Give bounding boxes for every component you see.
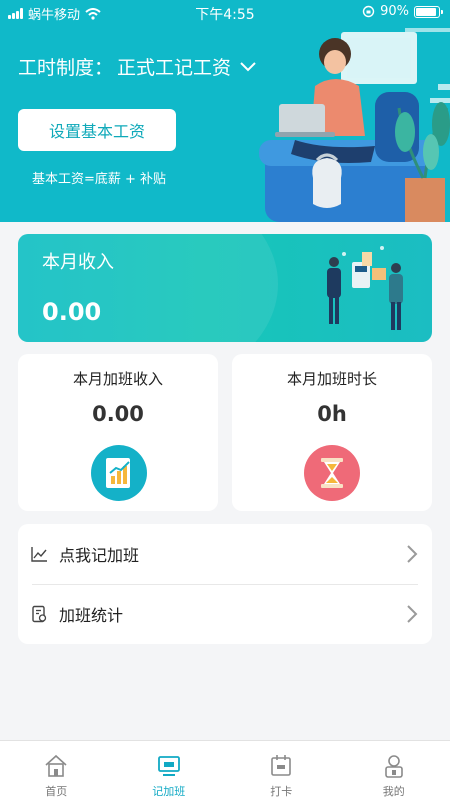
overtime-menu: 点我记加班 加班统计: [18, 524, 432, 644]
set-base-salary-button[interactable]: 设置基本工资: [18, 109, 176, 151]
tab-clock-in-label: 打卡: [270, 785, 293, 798]
hourglass-icon: [304, 445, 360, 501]
header-banner: 工时制度： 正式工记工资 设置基本工资 基本工资=底薪 + 补贴: [0, 0, 450, 222]
monthly-income-card[interactable]: 本月收入 0.00: [18, 234, 432, 342]
monthly-income-value: 0.00: [42, 298, 102, 326]
monitor-icon: [157, 756, 180, 776]
chart-document-icon: [91, 445, 147, 501]
orientation-lock-icon: [362, 5, 375, 18]
home-icon: [45, 754, 67, 777]
tab-clock-in[interactable]: 打卡: [225, 741, 338, 800]
overtime-hours-title: 本月加班时长: [286, 370, 377, 388]
overtime-statistics-item[interactable]: 加班统计: [18, 584, 432, 644]
bottom-tab-bar: 首页 记加班 打卡 我的: [0, 740, 450, 800]
battery-icon: [414, 5, 443, 18]
record-overtime-label: 点我记加班: [59, 546, 140, 565]
tab-record-overtime[interactable]: 记加班: [113, 741, 226, 800]
status-bar: 蜗牛移动 下午4:55 90%: [0, 0, 450, 24]
person-laptop-illustration: [259, 28, 450, 222]
work-regime-selector[interactable]: 工时制度： 正式工记工资: [18, 53, 257, 80]
user-icon: [384, 755, 403, 778]
tab-home[interactable]: 首页: [0, 741, 113, 800]
record-overtime-item[interactable]: 点我记加班: [18, 524, 432, 584]
tab-home-label: 首页: [45, 785, 68, 798]
chevron-right-icon: [407, 545, 418, 563]
line-chart-icon: [31, 547, 47, 562]
report-icon: [32, 605, 47, 623]
regime-value: 正式工记工资: [117, 57, 232, 79]
monthly-income-title: 本月收入: [42, 252, 114, 273]
battery-percent: 90%: [380, 4, 409, 19]
overtime-hours-value: 0h: [317, 402, 347, 426]
tab-mine[interactable]: 我的: [338, 741, 450, 800]
overtime-income-title: 本月加班收入: [72, 370, 163, 388]
salary-formula-text: 基本工资=底薪 + 补贴: [32, 172, 167, 187]
overtime-income-value: 0.00: [92, 402, 144, 426]
overtime-hours-card[interactable]: 本月加班时长 0h: [232, 354, 432, 511]
calendar-icon: [271, 755, 292, 776]
tab-record-overtime-label: 记加班: [152, 785, 186, 798]
tab-mine-label: 我的: [382, 785, 405, 798]
overtime-statistics-label: 加班统计: [59, 606, 124, 625]
payment-people-illustration: [327, 246, 403, 330]
overtime-income-card[interactable]: 本月加班收入 0.00: [18, 354, 218, 511]
regime-label: 工时制度：: [18, 57, 114, 79]
chevron-right-icon: [407, 605, 418, 623]
